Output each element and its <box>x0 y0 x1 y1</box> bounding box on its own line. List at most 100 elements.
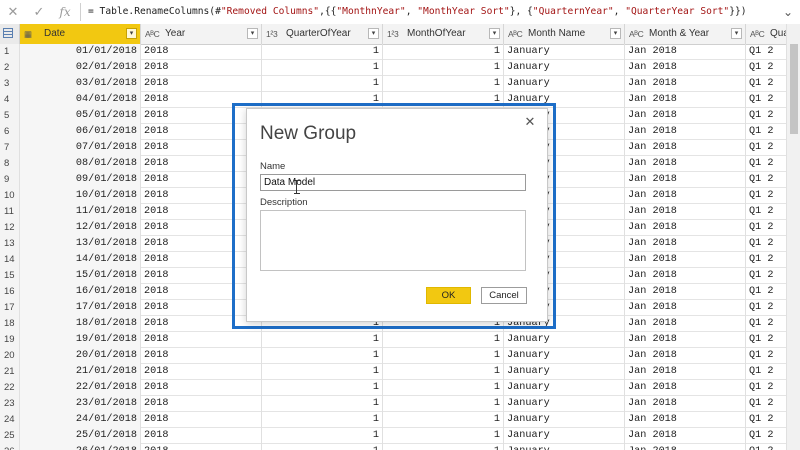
cell-month-year[interactable]: Jan 2018 <box>625 252 746 268</box>
cell-quarter-year[interactable]: Q1 2 <box>746 380 786 396</box>
filter-dropdown-icon[interactable]: ▾ <box>247 28 258 39</box>
cell-quarter-year[interactable]: Q1 2 <box>746 348 786 364</box>
cell-month-year[interactable]: Jan 2018 <box>625 332 746 348</box>
cell-date[interactable]: 24/01/2018 <box>20 412 141 428</box>
cell-monthofyear[interactable]: 1 <box>383 348 504 364</box>
cell-month-year[interactable]: Jan 2018 <box>625 380 746 396</box>
cell-date[interactable]: 05/01/2018 <box>20 108 141 124</box>
cell-date[interactable]: 08/01/2018 <box>20 156 141 172</box>
cell-month-name[interactable]: January <box>504 348 625 364</box>
cell-month-year[interactable]: Jan 2018 <box>625 236 746 252</box>
cell-month-year[interactable]: Jan 2018 <box>625 44 746 60</box>
row-number[interactable]: 1 <box>0 44 20 60</box>
cell-quarter-year[interactable]: Q1 2 <box>746 252 786 268</box>
cell-date[interactable]: 22/01/2018 <box>20 380 141 396</box>
text-type-icon[interactable]: AᴮC <box>145 24 160 44</box>
cancel-button[interactable]: Cancel <box>481 287 527 304</box>
cell-quarter-year[interactable]: Q1 2 <box>746 300 786 316</box>
cell-month-year[interactable]: Jan 2018 <box>625 284 746 300</box>
cell-year[interactable]: 2018 <box>141 412 262 428</box>
row-number[interactable]: 11 <box>0 204 20 220</box>
cell-year[interactable]: 2018 <box>141 332 262 348</box>
vertical-scrollbar[interactable] <box>786 24 800 450</box>
cell-quarter-year[interactable]: Q1 2 <box>746 172 786 188</box>
column-header-quarterofyear[interactable]: 1²3 QuarterOfYear ▾ <box>262 24 383 44</box>
formula-input[interactable]: = Table.RenameColumns(#"Removed Columns"… <box>88 0 747 24</box>
table-row[interactable]: 23 23/01/2018 2018 1 1 January Jan 2018 Q1 2 <box>0 396 786 412</box>
table-row[interactable]: 19 19/01/2018 2018 1 1 January Jan 2018 Q1 2 <box>0 332 786 348</box>
row-number[interactable]: 25 <box>0 428 20 444</box>
name-input[interactable] <box>260 174 526 191</box>
cell-date[interactable]: 25/01/2018 <box>20 428 141 444</box>
cell-date[interactable]: 09/01/2018 <box>20 172 141 188</box>
cell-month-year[interactable]: Jan 2018 <box>625 108 746 124</box>
cell-quarter-year[interactable]: Q1 2 <box>746 412 786 428</box>
cell-date[interactable]: 07/01/2018 <box>20 140 141 156</box>
cell-year[interactable]: 2018 <box>141 396 262 412</box>
cell-monthofyear[interactable]: 1 <box>383 76 504 92</box>
cell-date[interactable]: 23/01/2018 <box>20 396 141 412</box>
cell-year[interactable]: 2018 <box>141 444 262 450</box>
column-header-monthofyear[interactable]: 1²3 MonthOfYear ▾ <box>383 24 504 44</box>
description-input[interactable] <box>260 210 526 271</box>
cell-date[interactable]: 26/01/2018 <box>20 444 141 450</box>
cell-month-year[interactable]: Jan 2018 <box>625 396 746 412</box>
cell-month-year[interactable]: Jan 2018 <box>625 172 746 188</box>
cell-month-name[interactable]: January <box>504 428 625 444</box>
scrollbar-thumb[interactable] <box>790 44 798 134</box>
cell-month-year[interactable]: Jan 2018 <box>625 204 746 220</box>
cell-date[interactable]: 15/01/2018 <box>20 268 141 284</box>
cell-quarter-year[interactable]: Q1 2 <box>746 364 786 380</box>
filter-dropdown-icon[interactable]: ▾ <box>489 28 500 39</box>
cell-month-name[interactable]: January <box>504 380 625 396</box>
table-row[interactable]: 2 02/01/2018 2018 1 1 January Jan 2018 Q1 2 <box>0 60 786 76</box>
close-icon[interactable]: ✕ <box>2 2 24 22</box>
cell-quarterofyear[interactable]: 1 <box>262 412 383 428</box>
cell-year[interactable]: 2018 <box>141 380 262 396</box>
cell-year[interactable]: 2018 <box>141 364 262 380</box>
row-number[interactable]: 18 <box>0 316 20 332</box>
cell-month-year[interactable]: Jan 2018 <box>625 124 746 140</box>
table-row[interactable]: 3 03/01/2018 2018 1 1 January Jan 2018 Q1 2 <box>0 76 786 92</box>
cell-monthofyear[interactable]: 1 <box>383 396 504 412</box>
filter-dropdown-icon[interactable]: ▾ <box>731 28 742 39</box>
row-number[interactable]: 21 <box>0 364 20 380</box>
row-number[interactable]: 6 <box>0 124 20 140</box>
cell-monthofyear[interactable]: 1 <box>383 412 504 428</box>
cell-date[interactable]: 21/01/2018 <box>20 364 141 380</box>
cell-month-year[interactable]: Jan 2018 <box>625 92 746 108</box>
cell-quarterofyear[interactable]: 1 <box>262 60 383 76</box>
cell-monthofyear[interactable]: 1 <box>383 428 504 444</box>
cell-date[interactable]: 14/01/2018 <box>20 252 141 268</box>
cell-quarter-year[interactable]: Q1 2 <box>746 316 786 332</box>
column-header-year[interactable]: AᴮC Year ▾ <box>141 24 262 44</box>
cell-month-name[interactable]: January <box>504 332 625 348</box>
table-row[interactable]: 25 25/01/2018 2018 1 1 January Jan 2018 Q1 2 <box>0 428 786 444</box>
cell-monthofyear[interactable]: 1 <box>383 60 504 76</box>
cell-month-year[interactable]: Jan 2018 <box>625 76 746 92</box>
text-type-icon[interactable]: AᴮC <box>750 24 765 44</box>
ok-button[interactable]: OK <box>426 287 471 304</box>
cell-year[interactable]: 2018 <box>141 44 262 60</box>
table-row[interactable]: 21 21/01/2018 2018 1 1 January Jan 2018 Q1 2 <box>0 364 786 380</box>
row-number[interactable]: 9 <box>0 172 20 188</box>
table-menu-icon[interactable] <box>0 24 20 44</box>
cell-quarterofyear[interactable]: 1 <box>262 348 383 364</box>
column-header-date[interactable]: ▦ Date ▾ <box>20 24 141 44</box>
cell-quarter-year[interactable]: Q1 2 <box>746 396 786 412</box>
row-number[interactable]: 22 <box>0 380 20 396</box>
cell-monthofyear[interactable]: 1 <box>383 380 504 396</box>
row-number[interactable]: 10 <box>0 188 20 204</box>
cell-month-name[interactable]: January <box>504 60 625 76</box>
cell-quarter-year[interactable]: Q1 2 <box>746 124 786 140</box>
cell-month-name[interactable]: January <box>504 76 625 92</box>
cell-quarterofyear[interactable]: 1 <box>262 428 383 444</box>
table-row[interactable]: 1 01/01/2018 2018 1 1 January Jan 2018 Q1 2 <box>0 44 786 60</box>
table-row[interactable]: 20 20/01/2018 2018 1 1 January Jan 2018 Q1 2 <box>0 348 786 364</box>
cell-quarter-year[interactable]: Q1 2 <box>746 76 786 92</box>
row-number[interactable]: 12 <box>0 220 20 236</box>
cell-month-year[interactable]: Jan 2018 <box>625 412 746 428</box>
check-icon[interactable]: ✓ <box>28 2 50 22</box>
cell-month-year[interactable]: Jan 2018 <box>625 140 746 156</box>
table-row[interactable]: 22 22/01/2018 2018 1 1 January Jan 2018 Q1 2 <box>0 380 786 396</box>
